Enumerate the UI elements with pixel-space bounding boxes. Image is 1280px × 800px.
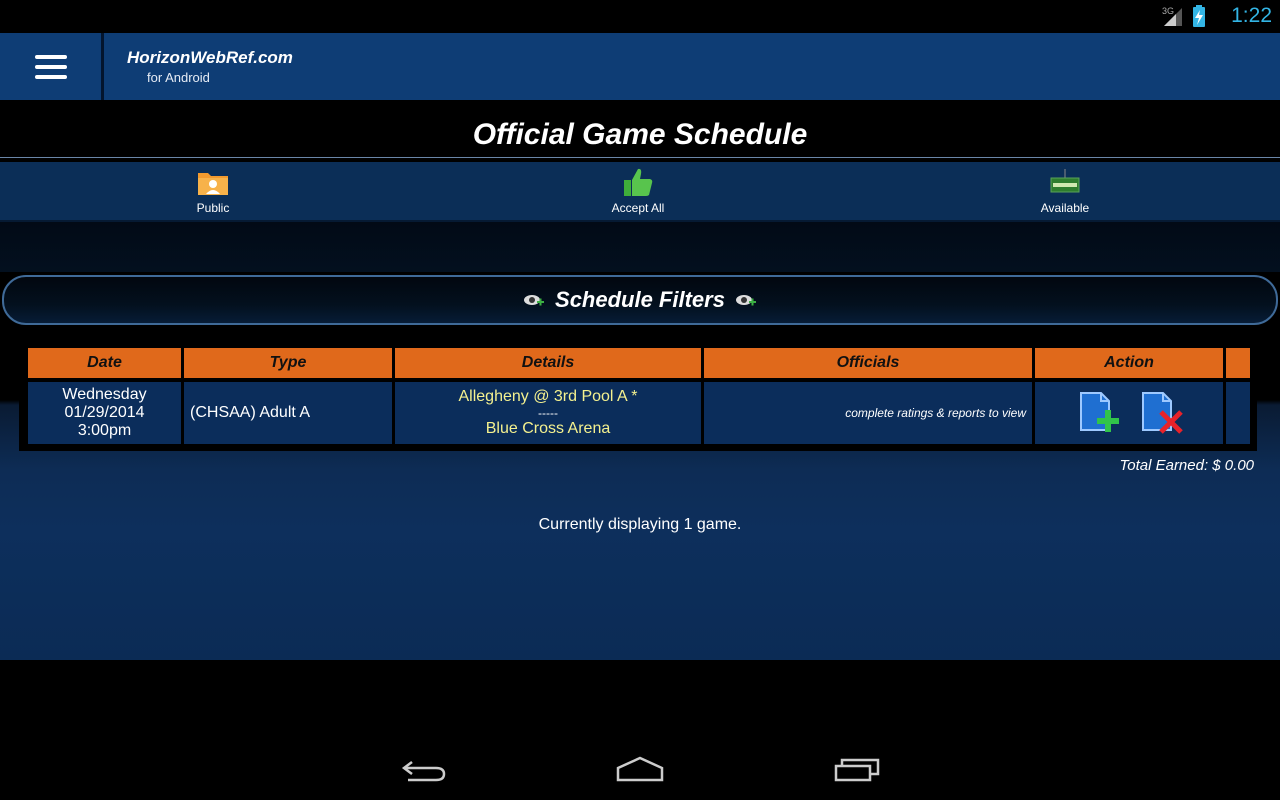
total-earned: Total Earned: $ 0.00 [1119,457,1254,474]
public-folder-icon [198,173,228,195]
game-matchup-link[interactable]: Allegheny @ 3rd Pool A * [395,388,701,406]
public-label: Public [196,201,230,215]
page-title: Official Game Schedule [472,118,808,151]
app-subtitle: for Android [147,70,210,85]
main-content: Official Game Schedule Public Accept All [0,100,1280,759]
column-header-details: Details [395,348,701,382]
hamburger-icon [34,52,67,82]
filter-eye-icon [524,295,545,306]
system-nav-bar [0,660,1280,800]
network-type: 3G [1162,6,1174,16]
schedule-panel: Date Type Details Officials Action Wedne… [0,330,1280,759]
home-icon[interactable] [615,754,665,784]
action-toolbar: Public Accept All Available [0,162,1280,222]
menu-button[interactable] [0,33,104,100]
cell-type: (CHSAA) Adult A [184,382,392,444]
recent-apps-icon[interactable] [832,754,882,784]
app-header: HorizonWebRef.com for Android [0,33,1280,101]
available-sign-icon [1050,169,1080,193]
column-header-type: Type [184,348,392,382]
title-divider [0,157,1280,158]
table-row[interactable]: Wednesday 01/29/2014 3:00pm (CHSAA) Adul… [28,382,1250,444]
thumbs-up-icon [624,168,653,196]
column-header-action: Action [1035,348,1223,382]
network-signal-icon: 3G [1160,4,1210,28]
table-header-row: Date Type Details Officials Action [28,348,1250,382]
status-bar: 3G 1:22 [0,0,1280,33]
schedule-filters-toggle[interactable]: Schedule Filters [2,275,1278,325]
available-button[interactable]: Available [995,165,1135,215]
game-venue-link[interactable]: Blue Cross Arena [395,420,701,438]
cell-details: Allegheny @ 3rd Pool A * ----- Blue Cros… [395,382,701,444]
details-separator: ----- [538,406,558,420]
public-button[interactable]: Public [143,165,283,215]
accept-all-label: Accept All [611,201,665,215]
game-date: 01/29/2014 [64,404,145,421]
game-day: Wednesday [62,386,147,403]
clock: 1:22 [1231,4,1272,27]
accept-game-icon[interactable] [1075,390,1121,436]
cell-date: Wednesday 01/29/2014 3:00pm [28,382,181,444]
column-header-officials: Officials [704,348,1032,382]
cell-officials: complete ratings & reports to view [704,382,1032,444]
back-icon[interactable] [400,754,450,784]
app-title: HorizonWebRef.com [127,48,293,67]
accept-all-button[interactable]: Accept All [568,165,708,215]
cell-extra [1226,382,1250,444]
game-time: 3:00pm [77,422,132,439]
filter-eye-icon [735,295,756,306]
decline-game-icon[interactable] [1137,390,1183,436]
column-header-date: Date [28,348,181,382]
column-header-extra [1226,348,1250,382]
schedule-table: Date Type Details Officials Action Wedne… [19,342,1257,451]
schedule-filters-label: Schedule Filters [555,287,725,312]
available-label: Available [1040,201,1090,215]
cell-action [1035,382,1223,444]
game-count: Currently displaying 1 game. [538,516,742,533]
